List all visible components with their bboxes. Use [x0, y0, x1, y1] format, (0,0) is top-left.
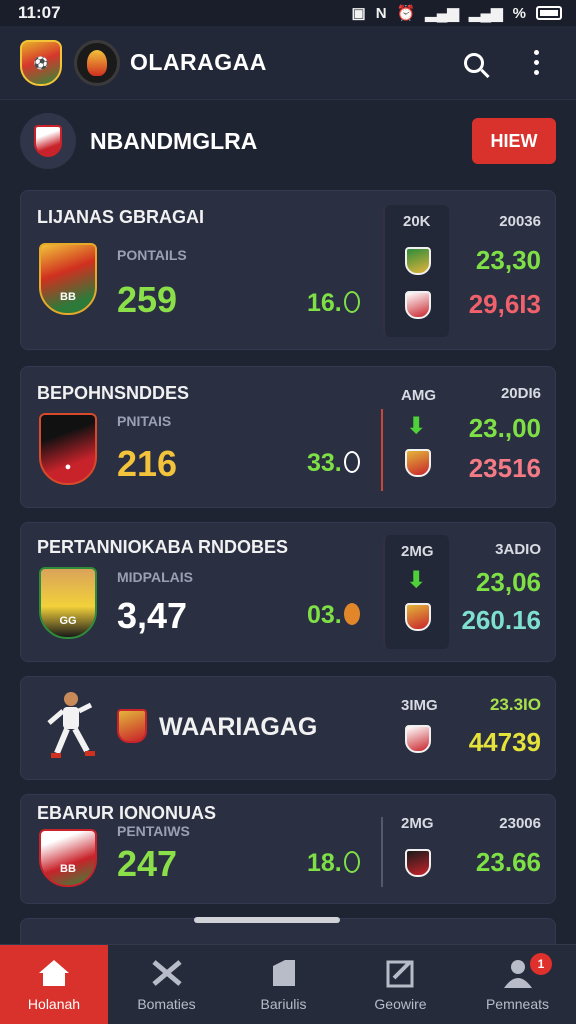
mid-stat: 18. [307, 849, 360, 878]
column-label: 2MG [401, 815, 434, 832]
status-bar: 11:07 ▣ N ⏰ ▂▄▆ ▂▄▆ % [0, 0, 576, 26]
mid-stat: 03. [307, 601, 360, 630]
divider [381, 817, 383, 887]
right-label: 20DI6 [500, 385, 541, 402]
score: 216 [117, 443, 178, 484]
status-icons: ▣ N ⏰ ▂▄▆ ▂▄▆ % [352, 4, 562, 22]
right-label: 23006 [499, 815, 541, 832]
points-label: PONTAILS [117, 247, 187, 263]
right-label: 20036 [499, 213, 541, 230]
nav-label: Pemneats [485, 995, 550, 1012]
nfc-icon: N [375, 4, 387, 22]
score: 3,47 [117, 595, 188, 636]
search-icon [464, 52, 484, 73]
column-label: AMG [401, 387, 436, 404]
ball-icon [343, 603, 360, 625]
divider [381, 409, 383, 491]
nav-label: Bariulis [260, 995, 307, 1012]
team-card-2[interactable]: BEPOHNSNDDES ● PNITAIS 216 33. AMG ⬇ 20D… [20, 366, 556, 508]
opponent-badge-icon [405, 849, 431, 877]
points-label: PNITAIS [117, 413, 172, 429]
sim-icon: ▣ [351, 5, 366, 22]
flame-logo [74, 39, 120, 86]
team-badge: BB [39, 243, 97, 315]
nav-tools[interactable]: Bomaties [108, 945, 225, 1024]
right-bottom-value: 260.16 [461, 605, 541, 635]
right-label: 3ADIO [495, 541, 541, 558]
signal-icon-2: ▂▄▆ [468, 5, 503, 22]
team-card-3[interactable]: PERTANNIOKABA RNDOBES GG MIDPALAIS 3,47 … [20, 522, 556, 662]
column-label: 20K [403, 213, 431, 230]
team-header: NBANDMGLRA HIEW [20, 110, 556, 172]
ball-icon [343, 851, 360, 873]
mid-stat: 16. [307, 289, 360, 318]
team-card-4[interactable]: WAARIAGAG 3IMG 23.3IO 44739 [20, 676, 556, 780]
status-time: 11:07 [18, 3, 61, 22]
more-button[interactable] [516, 43, 556, 83]
more-vert-icon [533, 50, 539, 75]
arrow-down-icon: ⬇ [407, 413, 426, 438]
team-badge: ● [39, 413, 97, 485]
crest-logo: ⚽ [20, 39, 62, 86]
right-top-value: 23,06 [475, 567, 541, 597]
card-name: PERTANNIOKABA RNDOBES [37, 537, 289, 557]
home-icon [37, 958, 71, 988]
arrow-down-icon: ⬇ [407, 567, 426, 592]
right-bottom-value: 44739 [468, 727, 541, 757]
nav-label: Geowire [374, 995, 427, 1012]
card-name: BEPOHNSNDDES [37, 383, 190, 403]
home-indicator[interactable] [194, 917, 340, 923]
ball-icon [343, 291, 360, 313]
search-button[interactable] [454, 43, 494, 83]
column-label: 2MG [401, 543, 434, 560]
right-top-value: 23.66 [475, 847, 541, 877]
tools-icon [150, 958, 184, 988]
signal-icon: ▂▄▆ [425, 5, 459, 22]
nav-people[interactable]: 1 Pemneats [459, 945, 576, 1024]
team-card-5[interactable]: EBARUR IONONUAS BB PENTAIWS 247 18. 2MG … [20, 794, 556, 904]
mid-stat: 33. [307, 449, 360, 478]
opponent-badge-icon [405, 725, 431, 753]
alarm-icon: ⏰ [396, 5, 416, 22]
score: 247 [117, 843, 178, 884]
right-top-value: 23.3IO [489, 695, 541, 714]
team-title: NBANDMGLRA [90, 127, 258, 154]
view-button[interactable]: HIEW [472, 118, 556, 164]
player-figure-icon [47, 692, 95, 758]
card-name: LIJANAS GBRAGAI [37, 207, 205, 227]
opponent-badge-icon [405, 603, 431, 631]
nav-home[interactable]: Holanah [0, 945, 108, 1024]
card-name: EBARUR IONONUAS [37, 803, 217, 823]
right-top-value: 23.,00 [468, 413, 541, 443]
ball-icon [343, 451, 360, 473]
opponent-badge-icon [405, 291, 431, 319]
score: 259 [117, 279, 178, 320]
battery-icon [536, 6, 562, 20]
team-card-1[interactable]: LIJANAS GBRAGAI BB PONTAILS 259 16. 20K … [20, 190, 556, 350]
app-bar: ⚽ OLARAGAA [0, 26, 576, 100]
edit-icon [384, 958, 418, 988]
nav-edit[interactable]: Geowire [342, 945, 459, 1024]
nav-label: Holanah [27, 995, 81, 1012]
column-label: 3IMG [401, 697, 438, 714]
player-photo: GG [39, 567, 97, 639]
opponent-badge-icon [405, 449, 431, 477]
tag-icon [267, 958, 301, 988]
points-label: MIDPALAIS [117, 569, 193, 585]
right-bottom-value: 29,6I3 [468, 289, 541, 319]
nav-label: Bomaties [137, 995, 196, 1012]
app-title: OLARAGAA [130, 49, 267, 75]
bottom-nav: Holanah Bomaties Bariulis Geowire 1 Pemn… [0, 944, 576, 1024]
points-label: PENTAIWS [117, 823, 190, 839]
nav-tag[interactable]: Bariulis [225, 945, 342, 1024]
team-badge-icon [117, 709, 147, 743]
right-bottom-value: 23516 [468, 453, 541, 483]
battery-percent: % [512, 4, 526, 22]
opponent-badge-icon [405, 247, 431, 275]
team-badge: BB [39, 829, 97, 887]
right-top-value: 23,30 [475, 245, 541, 275]
team-logo [20, 113, 76, 169]
card-name: WAARIAGAG [159, 713, 318, 741]
notification-badge: 1 [530, 953, 552, 975]
